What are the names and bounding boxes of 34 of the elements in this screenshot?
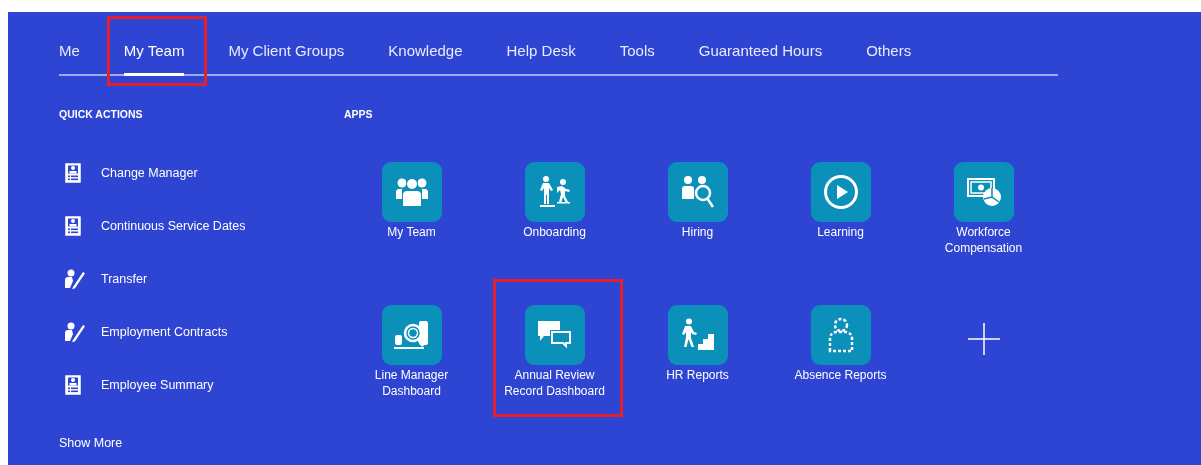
person-pencil-icon	[65, 322, 87, 343]
quick-action-link[interactable]: Continuous Service Dates	[59, 199, 246, 253]
money-chart-icon	[965, 175, 1002, 208]
nav-tab[interactable]: Others	[866, 39, 912, 74]
nav-tab[interactable]: My Team	[123, 39, 185, 74]
nav-tab[interactable]: Guaranteed Hours	[698, 39, 823, 74]
app-tile[interactable]: Annual Review Record Dashboard	[483, 304, 626, 448]
nav-tab[interactable]: Tools	[619, 39, 655, 74]
quick-action-link[interactable]: Transfer	[59, 252, 148, 306]
people-search-icon	[679, 174, 716, 209]
app-tile[interactable]: Learning	[769, 161, 912, 305]
nav-tab[interactable]: Help Desk	[506, 39, 576, 74]
person-pencil-icon	[65, 269, 87, 290]
chat-bubbles-icon	[535, 318, 574, 351]
play-circle-icon	[822, 173, 859, 210]
app-tile[interactable]: Line Manager Dashboard	[340, 304, 483, 448]
app-tile[interactable]: Absence Reports	[769, 304, 912, 448]
quick-action-link[interactable]: Employee Summary	[59, 358, 214, 412]
nav-tab[interactable]: My Client Groups	[228, 39, 345, 74]
app-tile[interactable]: Workforce Compensation	[912, 161, 1055, 305]
quick-action-link[interactable]: Change Manager	[59, 146, 198, 200]
app-tile[interactable]: HR Reports	[626, 304, 769, 448]
section-heading: QUICK ACTIONS	[59, 107, 144, 122]
app-tile[interactable]: My Team	[340, 161, 483, 305]
app-tile[interactable]: Hiring	[626, 161, 769, 305]
nav-tab[interactable]: Knowledge	[388, 39, 463, 74]
nav-tab[interactable]: Me	[59, 39, 80, 74]
quick-action-link[interactable]: Employment Contracts	[59, 305, 228, 359]
section-heading: APPS	[344, 107, 374, 122]
add-app-icon[interactable]	[967, 322, 1000, 355]
app-tile[interactable]: Onboarding	[483, 161, 626, 305]
team-icon	[393, 176, 430, 207]
person-stairs-icon	[679, 317, 716, 352]
show-more-link[interactable]: Show More	[59, 433, 123, 453]
